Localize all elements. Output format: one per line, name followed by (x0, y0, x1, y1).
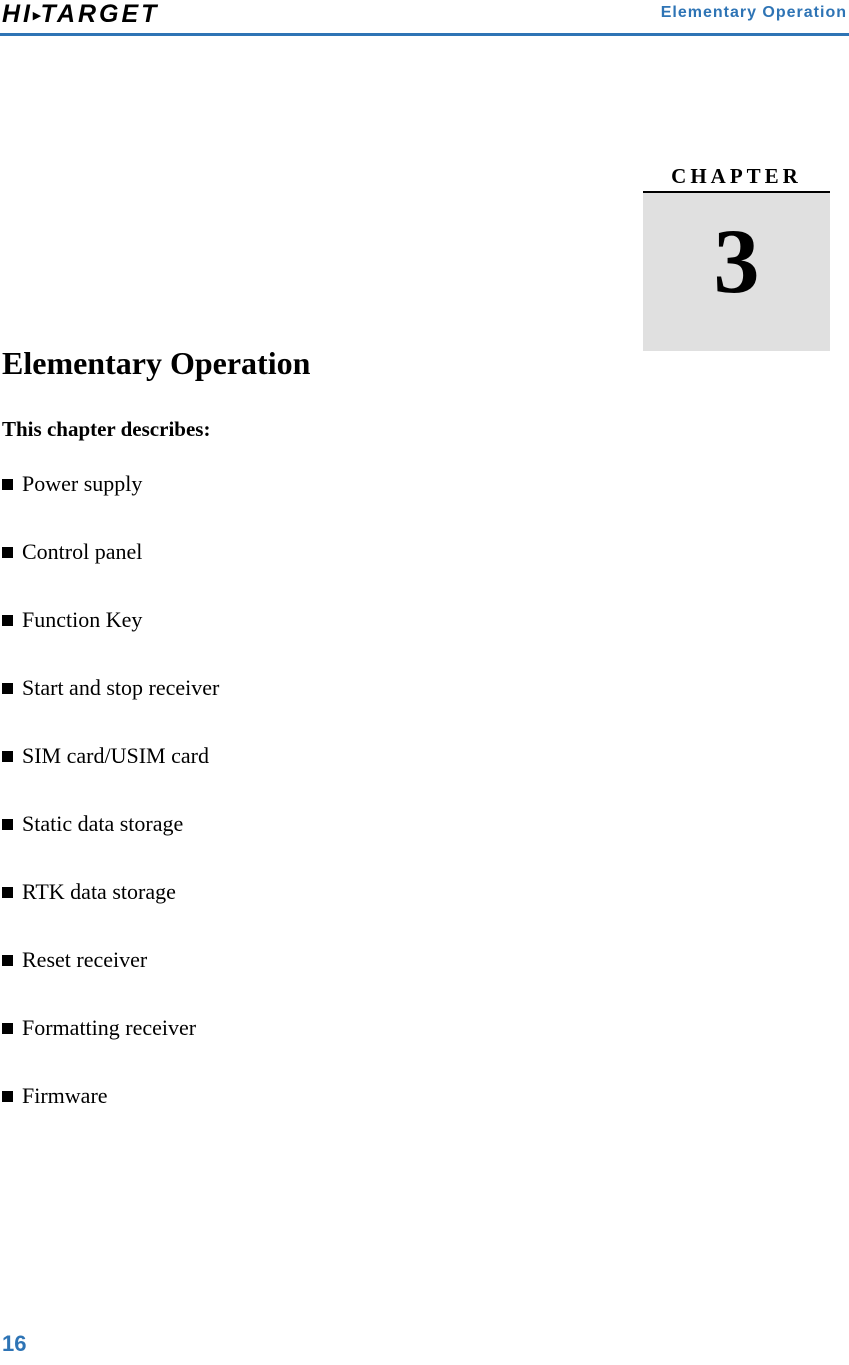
chapter-topic-list: Power supply Control panel Function Key … (2, 470, 702, 1110)
list-item: Firmware (2, 1082, 702, 1110)
list-item-label: RTK data storage (22, 879, 176, 904)
list-item-label: Reset receiver (22, 947, 148, 972)
list-item: Control panel (2, 538, 702, 566)
list-item-label: Formatting receiver (22, 1015, 197, 1040)
page-header: HI▸TARGET Elementary Operation (0, 0, 849, 40)
page-number: 16 (2, 1331, 27, 1356)
square-bullet-icon (2, 955, 13, 966)
list-item: Reset receiver (2, 946, 702, 974)
list-item-label: Function Key (22, 607, 143, 632)
list-item-label: Start and stop receiver (22, 675, 220, 700)
square-bullet-icon (2, 615, 13, 626)
running-header-title: Elementary Operation (660, 4, 847, 21)
list-item-label: Power supply (22, 471, 143, 496)
square-bullet-icon (2, 751, 13, 762)
list-item: RTK data storage (2, 878, 702, 906)
list-item-label: Firmware (22, 1083, 108, 1108)
list-item: SIM card/USIM card (2, 742, 702, 770)
list-item: Formatting receiver (2, 1014, 702, 1042)
square-bullet-icon (2, 683, 13, 694)
chapter-number-box: 3 (643, 193, 830, 351)
square-bullet-icon (2, 819, 13, 830)
square-bullet-icon (2, 1091, 13, 1102)
list-item: Start and stop receiver (2, 674, 702, 702)
logo-triangle-icon: ▸ (33, 7, 41, 24)
chapter-label: CHAPTER (643, 163, 830, 193)
square-bullet-icon (2, 547, 13, 558)
section-subtitle: This chapter describes: (2, 417, 211, 441)
hi-target-logo: HI▸TARGET (2, 0, 159, 29)
logo-text-hi: HI (2, 0, 33, 28)
header-divider (0, 33, 849, 36)
list-item-label: Static data storage (22, 811, 184, 836)
page-title: Elementary Operation (2, 345, 311, 381)
square-bullet-icon (2, 479, 13, 490)
square-bullet-icon (2, 887, 13, 898)
list-item: Function Key (2, 606, 702, 634)
chapter-badge: CHAPTER 3 (643, 163, 830, 351)
logo-text-target: TARGET (40, 0, 160, 28)
chapter-number: 3 (713, 210, 760, 312)
main-content: Elementary Operation This chapter descri… (2, 344, 702, 1150)
list-item-label: SIM card/USIM card (22, 743, 209, 768)
square-bullet-icon (2, 1023, 13, 1034)
list-item-label: Control panel (22, 539, 143, 564)
list-item: Static data storage (2, 810, 702, 838)
list-item: Power supply (2, 470, 702, 498)
